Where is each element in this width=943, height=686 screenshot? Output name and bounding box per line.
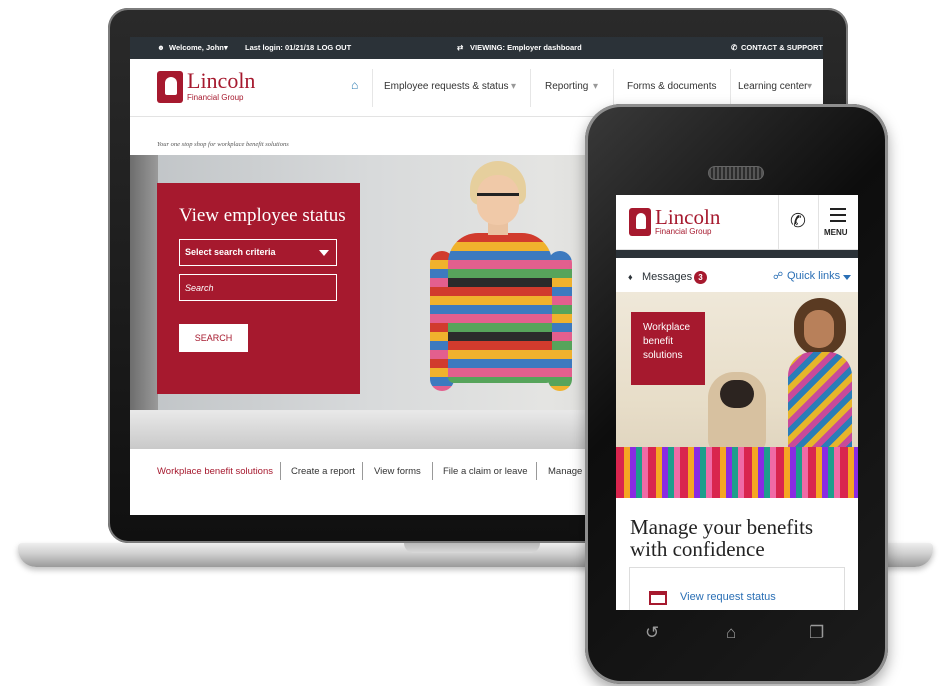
menu-icon[interactable] [830,208,846,222]
quick-link-divider [280,462,281,480]
search-panel-title: View employee status [179,205,346,226]
nav-divider [613,69,614,107]
search-criteria-value: Select search criteria [185,247,276,257]
hero-dog-face [720,380,754,408]
request-status-label[interactable]: View request status [680,591,776,603]
welcome-caret-icon[interactable]: ▾ [224,43,228,52]
mobile-hero-image: Workplace benefit solutions [616,292,858,498]
hero-card-text: Workplace benefit solutions [643,322,691,361]
nav-forms-documents[interactable]: Forms & documents [627,81,716,92]
quick-links-dropdown[interactable]: Quick links [787,270,840,282]
quick-link-workplace[interactable]: Workplace benefit solutions [157,466,273,477]
welcome-menu[interactable]: Welcome, John [169,43,224,52]
logo-word: Lincoln [187,68,256,93]
chevron-down-icon[interactable]: ▾ [807,81,812,92]
quick-link-claim[interactable]: File a claim or leave [443,466,527,477]
phone-device: Lincoln Financial Group ✆ MENU ♦ Message… [585,104,888,684]
header-divider [778,195,779,250]
logo-word: Lincoln [655,205,721,229]
phone-icon[interactable]: ✆ [790,212,806,231]
mobile-header: Lincoln Financial Group ✆ MENU [616,195,858,250]
logout-link[interactable]: LOG OUT [317,43,351,52]
mobile-dark-bar [616,250,858,258]
mobile-message-bar: ♦ Messages 3 ☍ Quick links [616,258,858,292]
desktop-topbar: ☻ Welcome, John ▾ Last login: 01/21/18 L… [130,37,823,59]
nav-reporting[interactable]: Reporting [545,81,588,92]
mobile-headline: Manage your benefits with confidence [630,515,814,561]
nav-employee-requests[interactable]: Employee requests & status [384,81,509,92]
header-divider [818,195,819,250]
recent-apps-icon[interactable]: ❐ [809,624,824,642]
link-icon: ☍ [773,271,784,282]
tagline: Your one stop shop for workplace benefit… [157,141,289,148]
mobile-lincoln-logo[interactable]: Lincoln Financial Group [629,205,729,238]
chevron-down-icon [319,250,329,256]
hero-person-sweater [448,233,552,383]
swap-icon: ⇄ [457,43,464,52]
quick-link-divider [362,462,363,480]
nav-learning-center[interactable]: Learning center [738,81,808,92]
user-icon: ☻ [157,43,165,52]
home-icon[interactable]: ⌂ [351,79,363,91]
employee-search-panel: View employee status Select search crite… [157,183,360,394]
logo-sub: Financial Group [187,93,244,102]
hero-person-image [784,298,854,458]
laptop-notch [404,543,540,553]
hero-person-sweater [788,352,852,452]
nav-divider [730,69,731,107]
hero-person-face [804,310,834,348]
hero-shelf [130,155,158,449]
messages-link[interactable]: Messages [642,271,692,283]
nav-divider [372,69,373,107]
nav-divider [530,69,531,107]
request-status-tile[interactable]: View request status [629,567,845,610]
chevron-down-icon[interactable]: ▾ [511,81,516,92]
bell-icon[interactable]: ♦ [628,272,633,282]
hero-person-image [430,161,590,421]
lincoln-logo-mark [629,208,651,236]
lincoln-logo-mark [157,71,183,103]
chevron-down-icon[interactable]: ▾ [593,81,598,92]
quick-link-divider [432,462,433,480]
lincoln-logo[interactable]: Lincoln Financial Group [157,68,257,103]
viewing-label[interactable]: VIEWING: Employer dashboard [470,43,582,52]
chevron-down-icon[interactable] [843,275,851,280]
search-criteria-select[interactable]: Select search criteria [179,239,337,266]
quick-link-forms[interactable]: View forms [374,466,421,477]
device-mockup: ☻ Welcome, John ▾ Last login: 01/21/18 L… [0,0,943,686]
search-input[interactable] [179,274,337,301]
search-button[interactable]: SEARCH [179,324,248,352]
home-button-icon[interactable]: ⌂ [726,624,736,642]
hero-blanket [616,447,858,498]
hero-card[interactable]: Workplace benefit solutions [631,312,705,385]
phone-icon: ✆ [731,43,738,52]
calendar-icon [649,591,667,605]
quick-link-report[interactable]: Create a report [291,466,355,477]
phone-speaker [708,166,764,180]
logo-sub: Financial Group [655,227,712,236]
mobile-screen: Lincoln Financial Group ✆ MENU ♦ Message… [616,195,858,610]
messages-count-badge: 3 [694,271,707,284]
last-login: Last login: 01/21/18 [245,43,315,52]
menu-label[interactable]: MENU [824,228,848,237]
contact-link[interactable]: CONTACT & SUPPORT [741,43,823,52]
hero-person-glasses [477,193,519,202]
quick-link-divider [536,462,537,480]
back-icon[interactable]: ↺ [645,624,659,642]
